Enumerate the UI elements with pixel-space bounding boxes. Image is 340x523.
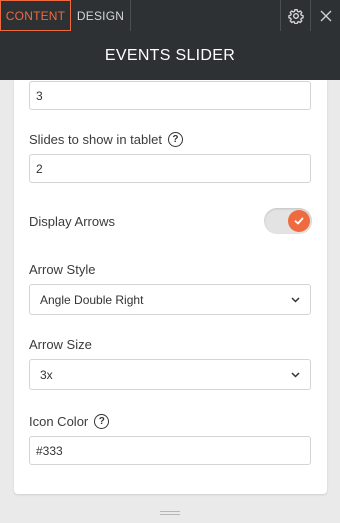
slides-tablet-input[interactable]: 2 <box>29 154 311 183</box>
arrow-style-select[interactable]: Angle Double Right <box>29 284 311 315</box>
arrow-size-label: Arrow Size <box>29 337 92 352</box>
checkmark-icon <box>294 217 304 225</box>
page-title: EVENTS SLIDER <box>104 46 236 64</box>
settings-button[interactable] <box>281 0 311 31</box>
toggle-knob <box>288 210 310 232</box>
chevron-down-icon <box>290 370 300 380</box>
tab-design[interactable]: DESIGN <box>71 0 131 31</box>
close-button[interactable] <box>311 0 340 31</box>
display-arrows-toggle[interactable] <box>264 208 312 234</box>
top-tab-bar: CONTENT DESIGN <box>0 0 340 31</box>
arrow-style-label: Arrow Style <box>29 262 95 277</box>
slides-tablet-label: Slides to show in tablet ? <box>29 132 183 147</box>
tab-bar-spacer <box>131 0 281 31</box>
panel-header: EVENTS SLIDER <box>0 31 340 80</box>
display-arrows-label: Display Arrows <box>29 214 115 229</box>
icon-color-input[interactable]: #333 <box>29 436 311 465</box>
arrow-size-value: 3x <box>40 367 53 382</box>
icon-color-label-text: Icon Color <box>29 414 89 429</box>
chevron-down-icon <box>290 295 300 305</box>
help-icon[interactable]: ? <box>94 414 110 429</box>
tab-content[interactable]: CONTENT <box>0 0 71 31</box>
help-icon[interactable]: ? <box>167 132 183 147</box>
arrow-style-value: Angle Double Right <box>40 292 144 307</box>
gear-icon <box>287 8 304 24</box>
slides-tablet-label-text: Slides to show in tablet <box>29 132 162 147</box>
arrow-size-select[interactable]: 3x <box>29 359 311 390</box>
arrow-style-label-text: Arrow Style <box>29 262 96 277</box>
close-icon <box>320 10 331 21</box>
settings-card: 3 Slides to show in tablet ? 2 Display A… <box>14 80 327 494</box>
icon-color-label: Icon Color ? <box>29 414 110 429</box>
arrow-size-label-text: Arrow Size <box>29 337 92 352</box>
slides-desktop-input[interactable]: 3 <box>29 81 311 110</box>
resize-handle[interactable] <box>160 511 180 517</box>
display-arrows-label-text: Display Arrows <box>29 214 115 229</box>
